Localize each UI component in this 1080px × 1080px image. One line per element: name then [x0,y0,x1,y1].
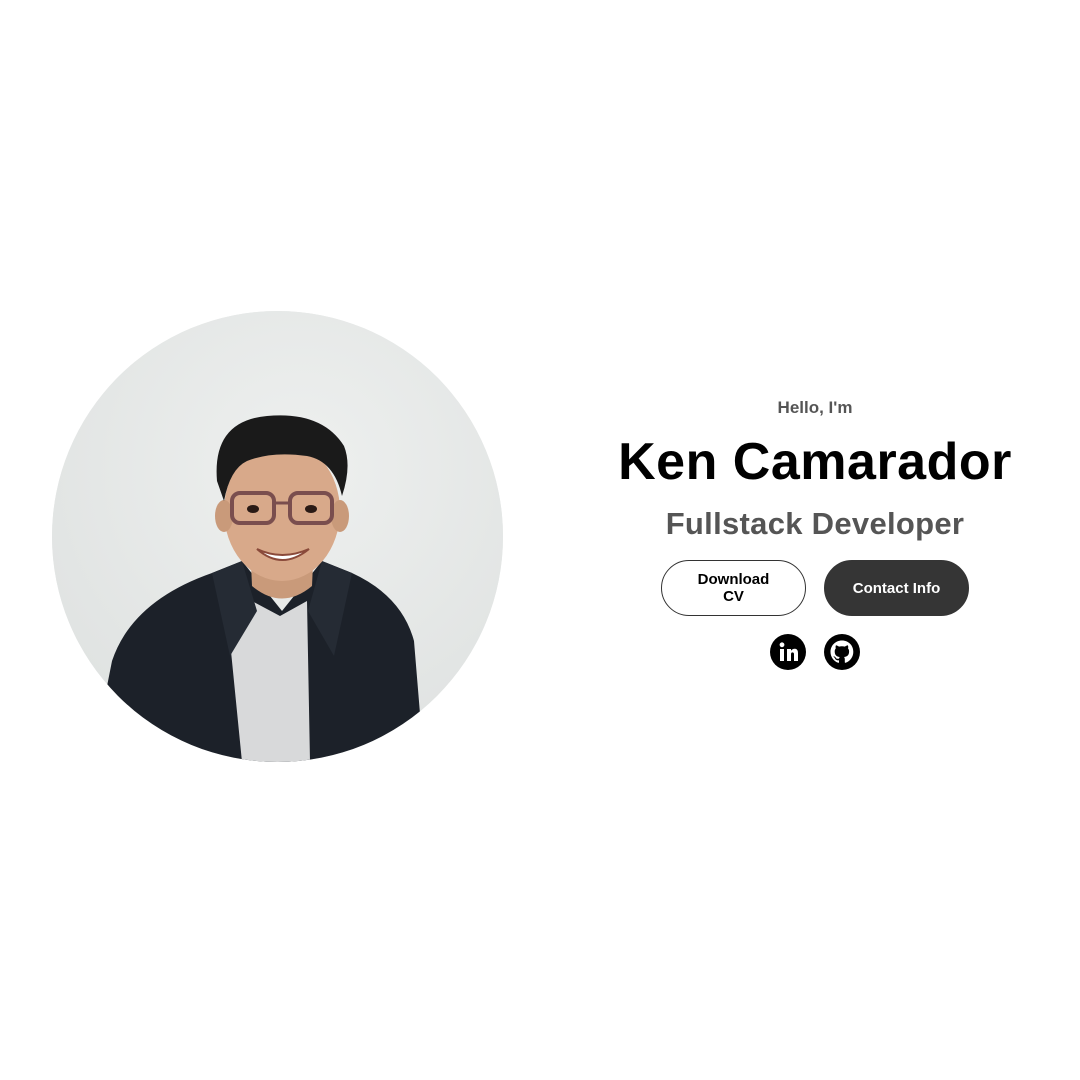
role-subtitle: Fullstack Developer [665,506,965,541]
social-links [565,634,1065,670]
hero-section: Hello, I'm Ken Camarador Fullstack Devel… [0,0,1080,1080]
linkedin-icon [770,634,806,670]
contact-info-button[interactable]: Contact Info [824,560,969,616]
greeting-text: Hello, I'm [777,398,853,417]
profile-picture [52,311,503,762]
github-icon [824,634,860,670]
page-title: Ken Camarador [618,433,1012,491]
linkedin-link[interactable] [770,634,806,670]
profile-photo-illustration [52,311,503,762]
hero-buttons: Download CV Contact Info [565,560,1065,616]
page: Hello, I'm Ken Camarador Fullstack Devel… [0,0,1080,1080]
download-cv-button[interactable]: Download CV [661,560,806,616]
github-link[interactable] [824,634,860,670]
hero-info: Hello, I'm Ken Camarador Fullstack Devel… [565,388,1065,670]
